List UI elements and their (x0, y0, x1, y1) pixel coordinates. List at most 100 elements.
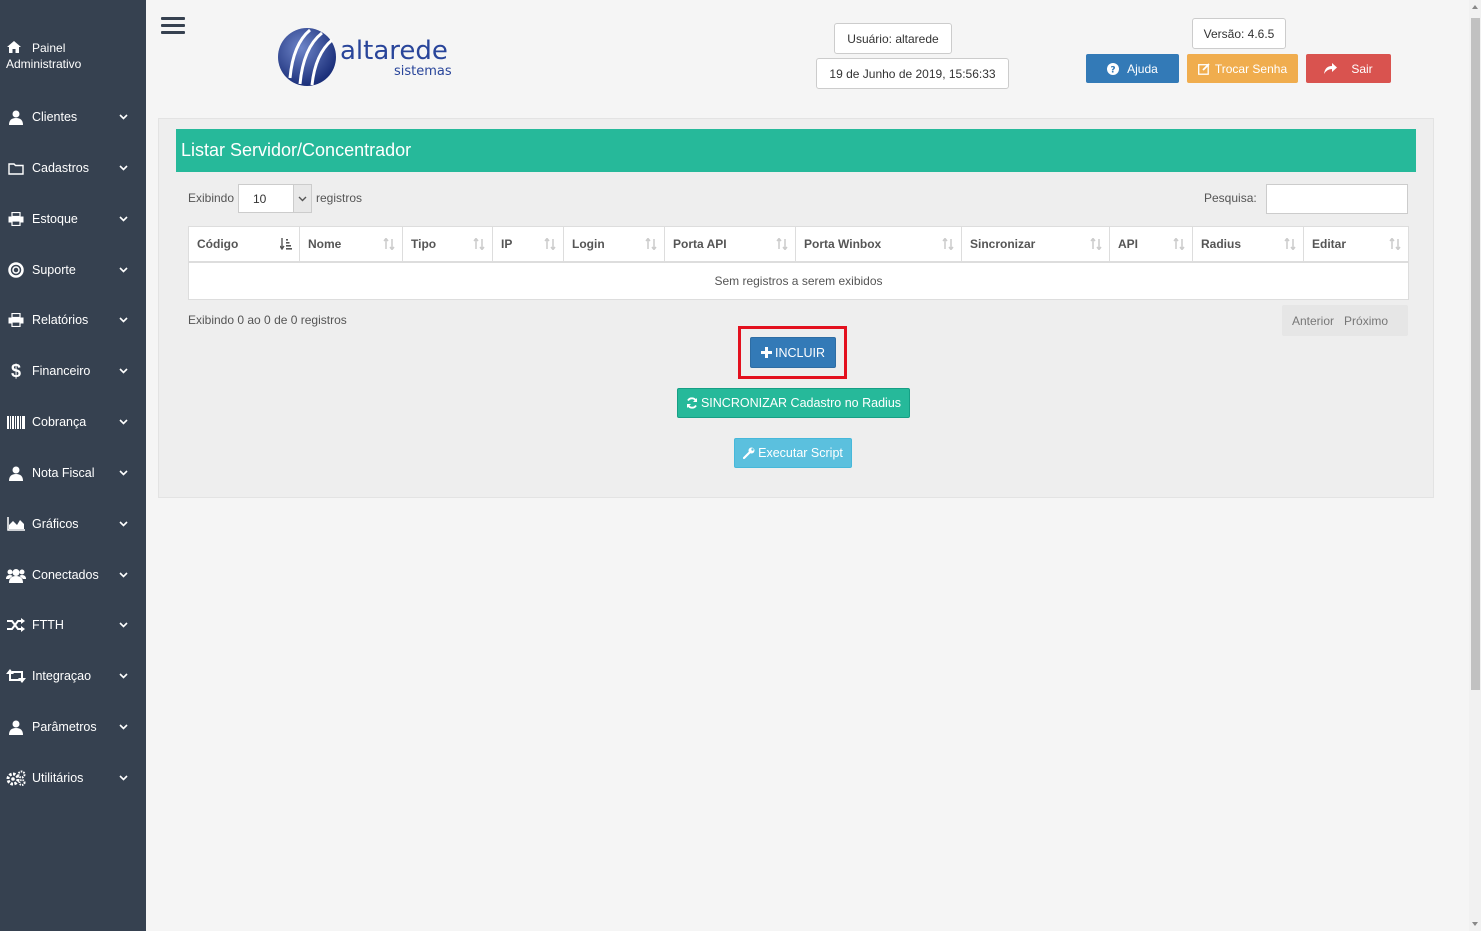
column-header-label: Tipo (411, 237, 437, 251)
scroll-down-icon[interactable] (1472, 922, 1478, 926)
sidebar-item-label: Nota Fiscal (32, 466, 95, 480)
column-header-label: Código (197, 237, 239, 251)
chevron-down-icon (119, 673, 128, 679)
sidebar-item-integracao[interactable]: Integraçao (0, 661, 146, 691)
sidebar-item-label: Financeiro (32, 364, 91, 378)
user-label: Usuário: altarede (834, 23, 952, 54)
chevron-down-icon (119, 622, 128, 628)
print-icon (6, 313, 26, 327)
column-header-label: Radius (1201, 237, 1242, 251)
datetime-label: 19 de Junho de 2019, 15:56:33 (816, 58, 1009, 89)
page-scrollbar[interactable] (1469, 0, 1481, 931)
plus-icon (760, 347, 772, 358)
table-header-row: Código Nome Tipo IP Login Porta API Port… (188, 226, 1409, 263)
sort-ascending-icon (279, 238, 292, 253)
sidebar: Painel Administrativo Clientes Cadastros… (0, 0, 146, 931)
sidebar-item-clientes[interactable]: Clientes (0, 102, 146, 132)
folder-icon (6, 162, 26, 175)
scroll-up-icon[interactable] (1472, 5, 1478, 9)
sidebar-item-label: Estoque (32, 212, 78, 226)
logout-label: Sair (1351, 61, 1373, 76)
sync-radius-label: SINCRONIZAR Cadastro no Radius (700, 396, 902, 410)
table-info: Exibindo 0 ao 0 de 0 registros (188, 313, 347, 327)
change-password-button[interactable]: Trocar Senha (1187, 54, 1298, 83)
column-header-radius[interactable]: Radius (1192, 226, 1304, 263)
lifebuoy-icon (6, 262, 26, 278)
menu-toggle-button[interactable] (161, 17, 185, 37)
sort-icon (1389, 237, 1401, 253)
users-icon (6, 568, 26, 583)
sidebar-item-ftth[interactable]: FTTH (0, 610, 146, 640)
sort-icon (1090, 237, 1102, 253)
chevron-down-icon (119, 572, 128, 578)
column-header-nome[interactable]: Nome (299, 226, 403, 263)
pagination-next-button[interactable]: Próximo (1339, 314, 1393, 328)
logout-button[interactable]: Sair (1306, 54, 1391, 83)
sidebar-item-conectados[interactable]: Conectados (0, 560, 146, 590)
sort-icon (383, 237, 395, 253)
sort-icon (645, 237, 657, 253)
column-header-porta-api[interactable]: Porta API (664, 226, 796, 263)
sidebar-item-cobranca[interactable]: Cobrança (0, 407, 146, 437)
column-header-label: Editar (1312, 237, 1347, 251)
sidebar-item-relatorios[interactable]: Relatórios (0, 305, 146, 335)
search-input[interactable] (1266, 184, 1408, 214)
empty-table-message: Sem registros a serem exibidos (188, 261, 1409, 300)
logo-globe-icon (278, 28, 336, 86)
chevron-down-icon (119, 317, 128, 323)
column-header-login[interactable]: Login (563, 226, 665, 263)
area-chart-icon (6, 517, 26, 531)
column-header-api[interactable]: API (1109, 226, 1193, 263)
scrollbar-thumb[interactable] (1471, 18, 1480, 690)
sidebar-item-nota-fiscal[interactable]: Nota Fiscal (0, 458, 146, 488)
column-header-label: Sincronizar (970, 237, 1036, 251)
column-header-sincronizar[interactable]: Sincronizar (961, 226, 1110, 263)
sidebar-item-utilitarios[interactable]: Utilitários (0, 763, 146, 793)
chevron-down-icon (119, 419, 128, 425)
retweet-icon (6, 669, 26, 683)
sort-icon (1173, 237, 1185, 253)
sidebar-item-cadastros[interactable]: Cadastros (0, 153, 146, 183)
sidebar-item-graficos[interactable]: Gráficos (0, 509, 146, 539)
page-size-select[interactable]: 10 (238, 184, 312, 213)
barcode-icon (6, 415, 26, 429)
pagination: Anterior Próximo (1282, 305, 1408, 336)
column-header-label: Porta API (673, 237, 727, 251)
sidebar-item-parametros[interactable]: Parâmetros (0, 712, 146, 742)
show-label: Exibindo (188, 191, 235, 205)
help-button[interactable]: ? Ajuda (1086, 54, 1179, 83)
column-header-tipo[interactable]: Tipo (402, 226, 493, 263)
column-header-label: Nome (308, 237, 342, 251)
sidebar-home-link[interactable]: Painel Administrativo (6, 40, 136, 72)
edit-icon (1197, 62, 1210, 75)
chevron-down-icon (293, 185, 311, 212)
sidebar-item-suporte[interactable]: Suporte (0, 255, 146, 285)
chevron-down-icon (119, 267, 128, 273)
chevron-down-icon (119, 724, 128, 730)
sidebar-item-label: Utilitários (32, 771, 84, 785)
execute-script-button[interactable]: Executar Script (734, 438, 852, 468)
user-icon (6, 110, 26, 125)
include-button[interactable]: INCLUIR (750, 337, 836, 368)
chevron-down-icon (119, 470, 128, 476)
wrench-icon (743, 447, 755, 459)
pagination-previous-button[interactable]: Anterior (1287, 314, 1339, 328)
column-header-editar[interactable]: Editar (1303, 226, 1409, 263)
chevron-down-icon (119, 775, 128, 781)
column-header-porta-winbox[interactable]: Porta Winbox (795, 226, 962, 263)
chevron-down-icon (119, 368, 128, 374)
cogs-icon (6, 770, 26, 786)
include-button-label: INCLUIR (774, 345, 825, 360)
column-header-codigo[interactable]: Código (188, 226, 300, 263)
sidebar-item-label: Integraçao (32, 669, 92, 683)
sync-radius-button[interactable]: SINCRONIZAR Cadastro no Radius (677, 388, 910, 418)
logo-text: altarede (340, 36, 448, 66)
logo-subtext: sistemas (394, 64, 452, 79)
execute-script-label: Executar Script (758, 446, 843, 460)
sidebar-item-estoque[interactable]: Estoque (0, 204, 146, 234)
sidebar-item-label: Cobrança (32, 415, 87, 429)
column-header-label: Login (572, 237, 605, 251)
sidebar-item-financeiro[interactable]: $ Financeiro (0, 356, 146, 386)
column-header-ip[interactable]: IP (492, 226, 564, 263)
sidebar-item-label: Clientes (32, 110, 78, 124)
